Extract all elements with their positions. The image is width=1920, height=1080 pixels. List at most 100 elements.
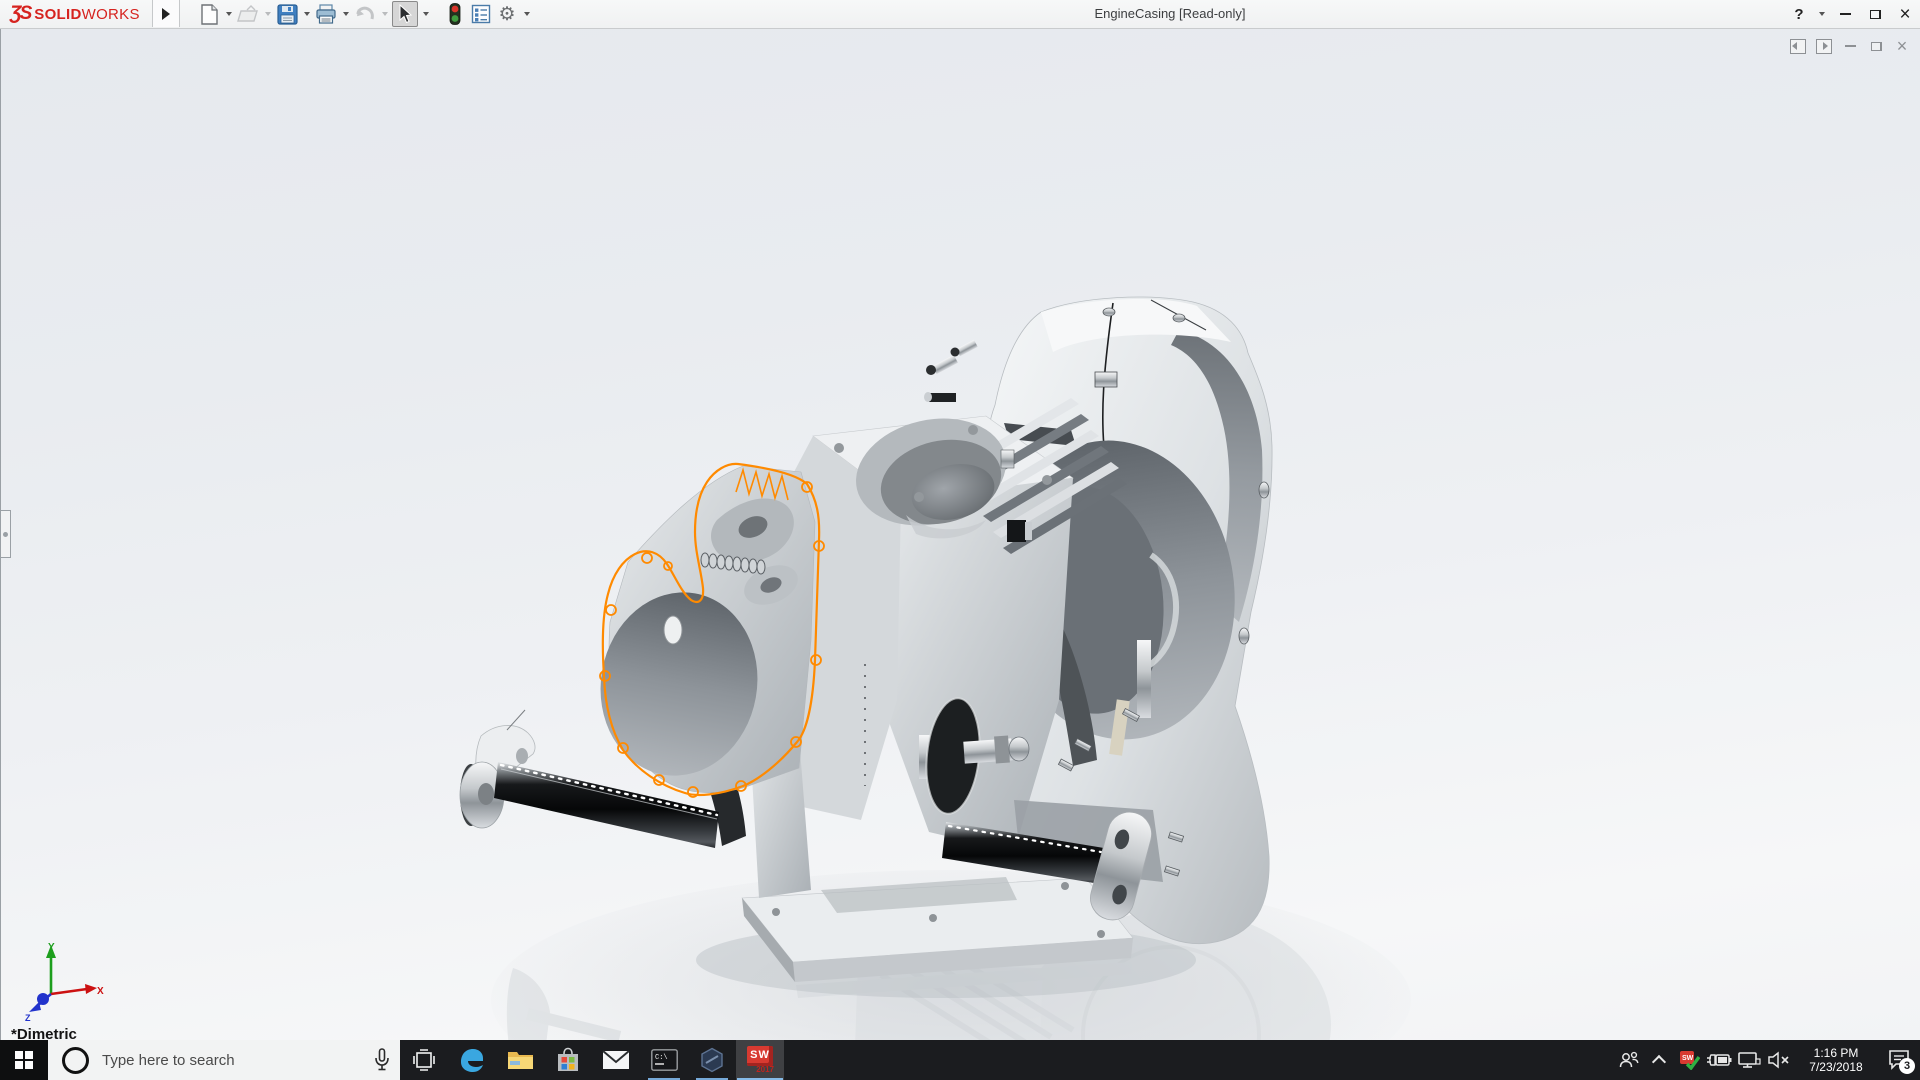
svg-text:C:\: C:\ — [655, 1054, 668, 1062]
volume-button[interactable] — [1764, 1040, 1794, 1080]
select-button[interactable] — [392, 1, 418, 27]
select-dropdown[interactable] — [419, 2, 432, 26]
taskbar-search[interactable]: Type here to search — [48, 1040, 400, 1080]
minimize-icon — [1840, 13, 1851, 15]
action-center-button[interactable]: 3 — [1878, 1040, 1920, 1080]
doc-minimize-button[interactable] — [1837, 36, 1863, 56]
network-icon — [1737, 1050, 1761, 1070]
print-dropdown[interactable] — [339, 2, 352, 26]
new-document-dropdown[interactable] — [222, 2, 235, 26]
search-placeholder: Type here to search — [102, 1052, 235, 1069]
tray-overflow-button[interactable] — [1644, 1040, 1674, 1080]
help-button[interactable]: ? — [1784, 1, 1814, 27]
open-icon — [237, 5, 259, 23]
solidworks-2017-button[interactable]: SW 2017 — [736, 1040, 784, 1080]
windows-logo-icon — [15, 1051, 33, 1069]
network-button[interactable] — [1734, 1040, 1764, 1080]
power-button[interactable] — [1704, 1040, 1734, 1080]
next-window-button[interactable] — [1811, 36, 1837, 56]
print-icon — [315, 4, 337, 24]
save-dropdown[interactable] — [300, 2, 313, 26]
main-toolbar: ⚙ — [196, 0, 533, 28]
select-cursor-icon — [397, 4, 413, 24]
solidworks-logo: ƷS SOLIDWORKS — [10, 2, 140, 26]
file-properties-button[interactable] — [469, 2, 493, 26]
graphics-viewport[interactable]: × — [0, 28, 1920, 1040]
mail-icon — [602, 1049, 630, 1071]
triad-y-label: Y — [48, 942, 55, 953]
prev-arrow-icon — [1792, 42, 1797, 50]
doc-restore-button[interactable] — [1863, 36, 1889, 56]
open-button[interactable] — [236, 2, 260, 26]
view-orientation-label: *Dimetric — [11, 1026, 77, 1040]
command-prompt-icon: C:\ — [651, 1049, 678, 1071]
restore-button[interactable] — [1860, 1, 1890, 27]
command-prompt-button[interactable]: C:\ — [640, 1040, 688, 1080]
open-dropdown[interactable] — [261, 2, 274, 26]
undo-button[interactable] — [353, 2, 377, 26]
save-icon — [277, 4, 298, 25]
help-dropdown[interactable] — [1814, 1, 1830, 27]
solidworks-monitor-button[interactable]: SW — [1674, 1040, 1704, 1080]
chevron-up-icon — [1652, 1055, 1666, 1069]
cortana-icon — [62, 1047, 89, 1074]
file-properties-icon — [471, 4, 491, 24]
clock[interactable]: 1:16 PM 7/23/2018 — [1800, 1046, 1872, 1074]
restore-icon — [1870, 10, 1881, 19]
hexagon-app-icon — [699, 1047, 725, 1073]
triad-x-label: X — [97, 986, 104, 997]
flyout-arrow-icon — [162, 8, 170, 20]
new-document-button[interactable] — [197, 2, 221, 26]
options-gear-icon: ⚙ — [498, 5, 515, 24]
solidworks-monitor-icon: SW — [1678, 1050, 1700, 1070]
undo-icon — [354, 5, 376, 23]
window-controls: ? × — [1784, 0, 1920, 28]
close-icon: × — [1899, 5, 1910, 24]
edge-button[interactable] — [448, 1040, 496, 1080]
file-explorer-button[interactable] — [496, 1040, 544, 1080]
volume-muted-icon — [1767, 1050, 1791, 1070]
next-arrow-icon — [1823, 42, 1828, 50]
document-title: EngineCasing [Read-only] — [1020, 0, 1320, 28]
titlebar: ƷS SOLIDWORKS — [0, 0, 1920, 29]
system-tray: SW — [1614, 1040, 1920, 1080]
store-button[interactable] — [544, 1040, 592, 1080]
store-icon — [555, 1047, 581, 1073]
task-view-icon — [412, 1048, 436, 1072]
hexagon-app-button[interactable] — [688, 1040, 736, 1080]
microphone-icon[interactable] — [374, 1048, 390, 1072]
doc-close-button[interactable]: × — [1889, 36, 1915, 56]
svg-text:SW: SW — [1682, 1055, 1694, 1062]
people-icon — [1618, 1050, 1640, 1070]
minimize-button[interactable] — [1830, 1, 1860, 27]
date: 7/23/2018 — [1800, 1060, 1872, 1074]
rebuild-button[interactable] — [443, 2, 467, 26]
notification-badge: 3 — [1899, 1058, 1915, 1074]
mail-button[interactable] — [592, 1040, 640, 1080]
people-button[interactable] — [1614, 1040, 1644, 1080]
power-battery-icon — [1706, 1051, 1732, 1069]
file-explorer-icon — [507, 1048, 534, 1072]
edge-icon — [458, 1046, 486, 1074]
close-button[interactable]: × — [1890, 1, 1920, 27]
triad-z-label: Z — [25, 1013, 31, 1023]
save-button[interactable] — [275, 2, 299, 26]
document-window-controls: × — [1785, 36, 1915, 56]
engine-casing-model[interactable] — [1, 28, 1920, 1040]
brand-solid: SOLID — [34, 6, 81, 23]
dassault-mark-icon: ƷS — [10, 3, 30, 25]
previous-window-button[interactable] — [1785, 36, 1811, 56]
taskbar-apps: C:\ SW 2017 — [400, 1040, 784, 1080]
brand-works: WORKS — [82, 6, 140, 23]
options-button[interactable]: ⚙ — [495, 2, 519, 26]
undo-dropdown[interactable] — [378, 2, 391, 26]
orientation-triad: Y X Z — [13, 940, 105, 1024]
menu-flyout-button[interactable] — [152, 0, 180, 27]
time: 1:16 PM — [1800, 1046, 1872, 1060]
solidworks-app-icon: SW 2017 — [745, 1045, 775, 1075]
start-button[interactable] — [0, 1040, 48, 1080]
task-view-button[interactable] — [400, 1040, 448, 1080]
taskbar: Type here to search — [0, 1040, 1920, 1080]
print-button[interactable] — [314, 2, 338, 26]
options-dropdown[interactable] — [520, 2, 533, 26]
